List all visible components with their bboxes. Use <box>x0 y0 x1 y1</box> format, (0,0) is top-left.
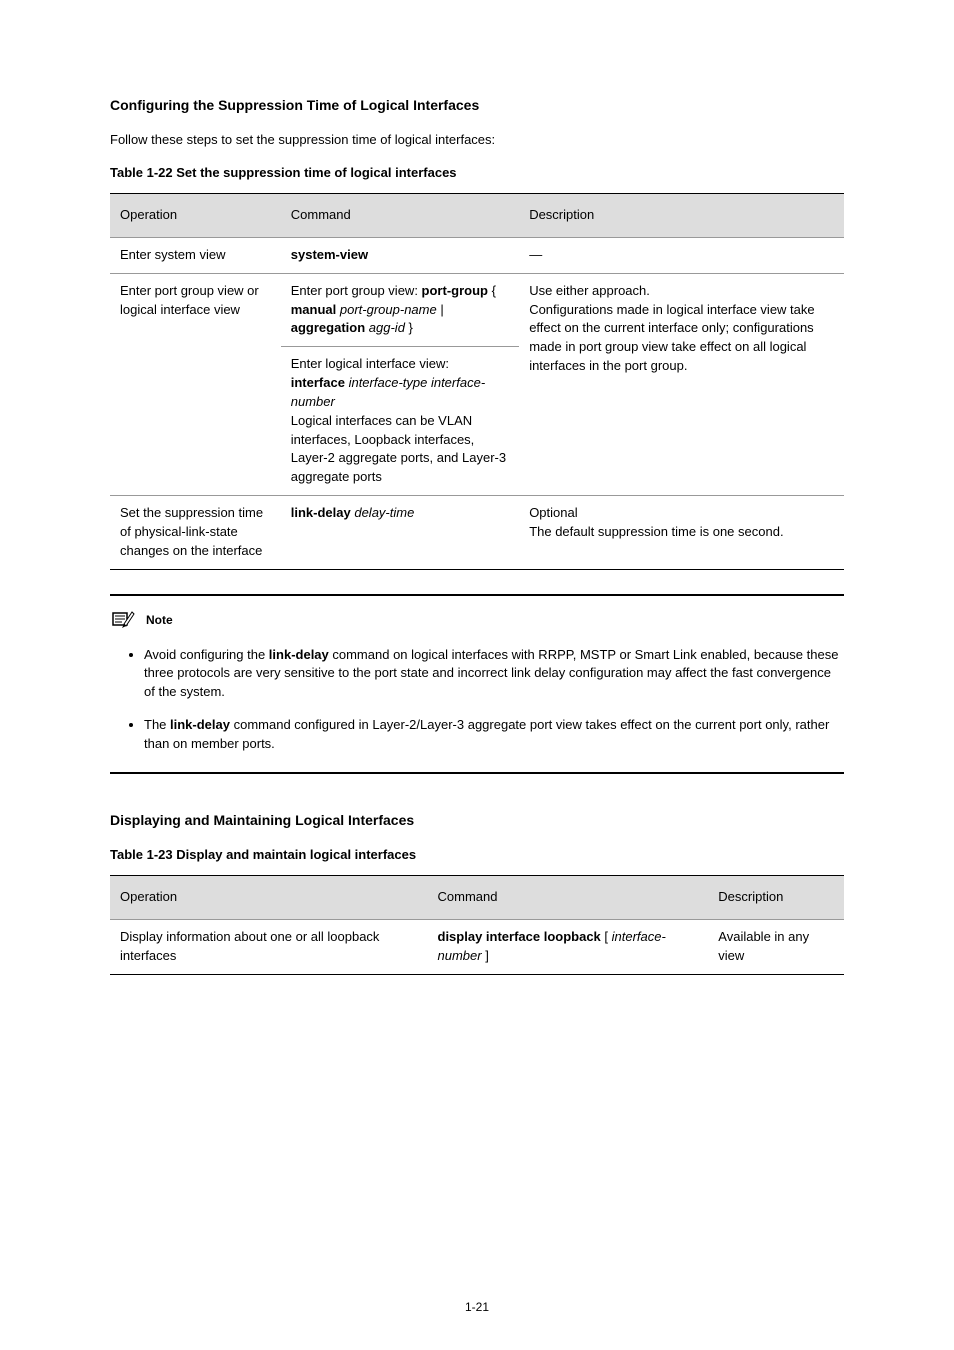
cmd-text: system-view <box>291 247 368 262</box>
table-caption-1-22: Table 1-22 Set the suppression time of l… <box>110 164 844 183</box>
section-intro-suppression: Follow these steps to set the suppressio… <box>110 131 844 150</box>
section-title-suppression: Configuring the Suppression Time of Logi… <box>110 95 844 115</box>
table-1-23: Operation Command Description Display in… <box>110 875 844 975</box>
cell-command: Enter logical interface view:interface i… <box>281 347 519 496</box>
col-description: Description <box>519 193 844 237</box>
col-operation: Operation <box>110 876 428 920</box>
table-row: Set the suppression time of physical-lin… <box>110 496 844 570</box>
cell-operation: Enter system view <box>110 237 281 273</box>
cell-command: system-view <box>281 237 519 273</box>
page: Configuring the Suppression Time of Logi… <box>0 0 954 1350</box>
cell-command: Enter port group view: port-group { manu… <box>281 273 519 347</box>
cell-description: Use either approach.Configurations made … <box>519 273 844 495</box>
col-command: Command <box>281 193 519 237</box>
page-number: 1-21 <box>0 1299 954 1316</box>
cell-description: OptionalThe default suppression time is … <box>519 496 844 570</box>
table-caption-1-23: Table 1-23 Display and maintain logical … <box>110 846 844 865</box>
table-1-22: Operation Command Description Enter syst… <box>110 193 844 570</box>
note-bullets: Avoid configuring the link-delay command… <box>110 646 844 754</box>
note-box: Note Avoid configuring the link-delay co… <box>110 594 844 774</box>
table-row: Enter system view system-view — <box>110 237 844 273</box>
note-icon <box>110 610 138 632</box>
note-bullet: The link-delay command configured in Lay… <box>144 716 844 754</box>
cell-command: display interface loopback [ interface-n… <box>428 919 709 974</box>
table-row: Display information about one or all loo… <box>110 919 844 974</box>
note-label: Note <box>146 612 173 629</box>
cell-description: Available in any view <box>708 919 844 974</box>
col-operation: Operation <box>110 193 281 237</box>
cell-operation: Display information about one or all loo… <box>110 919 428 974</box>
col-description: Description <box>708 876 844 920</box>
table-row: Enter port group view or logical interfa… <box>110 273 844 347</box>
col-command: Command <box>428 876 709 920</box>
cell-description: — <box>519 237 844 273</box>
cell-command: link-delay delay-time <box>281 496 519 570</box>
note-header: Note <box>110 610 844 632</box>
section-title-display: Displaying and Maintaining Logical Inter… <box>110 810 844 830</box>
cell-operation: Set the suppression time of physical-lin… <box>110 496 281 570</box>
note-bullet: Avoid configuring the link-delay command… <box>144 646 844 703</box>
cell-operation: Enter port group view or logical interfa… <box>110 273 281 495</box>
